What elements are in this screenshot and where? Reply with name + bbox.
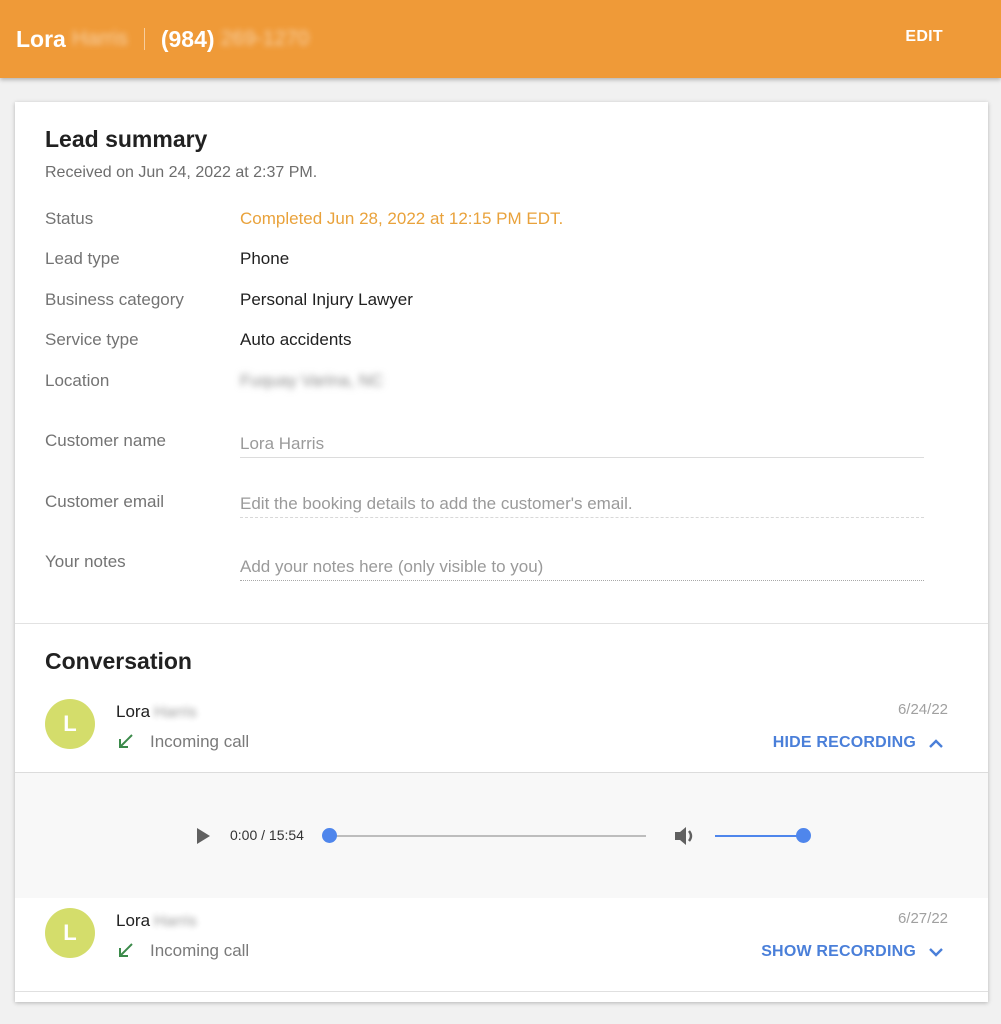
card-bottom-divider [15,991,988,992]
lead-phone-redacted: 269-1270 [220,27,310,50]
call-type: Incoming call [116,941,249,961]
lead-summary-section: Lead summary Received on Jun 24, 2022 at… [15,102,988,623]
received-timestamp: Received on Jun 24, 2022 at 2:37 PM. [45,164,318,181]
avatar: L [45,699,95,749]
caller-name: Lora Harris [116,911,197,931]
status-value: Completed Jun 28, 2022 at 12:15 PM EDT. [240,209,564,228]
volume-icon[interactable] [673,824,699,848]
lead-first-name: Lora [16,25,66,52]
top-app-bar: Lora Harris (984) 269-1270 EDIT [0,0,1001,78]
section-divider [15,623,988,624]
show-recording-button[interactable]: SHOW RECORDING [761,943,944,961]
audio-player: 0:00 / 15:54 [15,772,988,898]
caller-first-name: Lora [116,911,151,930]
seek-bar[interactable] [329,835,646,837]
lead-phone-area-code: (984) [160,25,215,52]
edit-button[interactable]: EDIT [905,28,943,46]
call-date: 6/24/22 [897,701,948,718]
play-icon[interactable] [195,827,211,845]
customer-name-input[interactable] [240,422,924,458]
conversation-item: L Lora Harris Incoming call 6/27/22 SHOW … [15,908,988,1012]
customer-email-input[interactable] [240,482,924,518]
caller-last-name-redacted: Harris [154,704,197,721]
customer-email-label: Customer email [45,492,165,511]
hide-recording-button[interactable]: HIDE RECORDING [773,734,944,752]
lead-summary-title: Lead summary [45,126,208,152]
conversation-title: Conversation [45,648,192,674]
caller-name: Lora Harris [116,702,197,722]
business-category-label: Business category [45,290,184,309]
business-category-value: Personal Injury Lawyer [240,290,413,309]
customer-name-label: Customer name [45,431,166,450]
call-date: 6/27/22 [897,910,948,927]
caller-last-name-redacted: Harris [154,913,197,930]
hide-recording-label: HIDE RECORDING [772,734,916,751]
your-notes-input[interactable] [240,545,924,581]
avatar: L [45,908,95,958]
caller-first-name: Lora [116,702,151,721]
incoming-call-icon [119,943,133,957]
location-label: Location [45,371,110,390]
your-notes-label: Your notes [45,552,126,571]
chevron-up-icon [929,739,943,748]
volume-fill [715,835,803,837]
incoming-call-icon [119,734,133,748]
status-label: Status [45,209,94,228]
call-type-label: Incoming call [150,732,250,751]
volume-slider[interactable] [715,835,803,837]
service-type-label: Service type [45,330,139,349]
lead-last-name-redacted: Harris [71,27,128,50]
header-separator [143,28,145,50]
call-type-label: Incoming call [150,941,250,960]
service-type-value: Auto accidents [240,330,352,349]
location-value-redacted: Fuquay Varina, NC [240,371,384,390]
call-type: Incoming call [116,732,249,752]
lead-type-value: Phone [240,249,290,268]
seek-thumb[interactable] [322,828,337,843]
show-recording-label: SHOW RECORDING [761,943,916,960]
lead-card: Lead summary Received on Jun 24, 2022 at… [15,102,988,1002]
volume-thumb[interactable] [796,828,811,843]
chevron-down-icon [929,948,943,957]
playback-time: 0:00 / 15:54 [230,827,304,843]
lead-type-label: Lead type [45,249,120,268]
